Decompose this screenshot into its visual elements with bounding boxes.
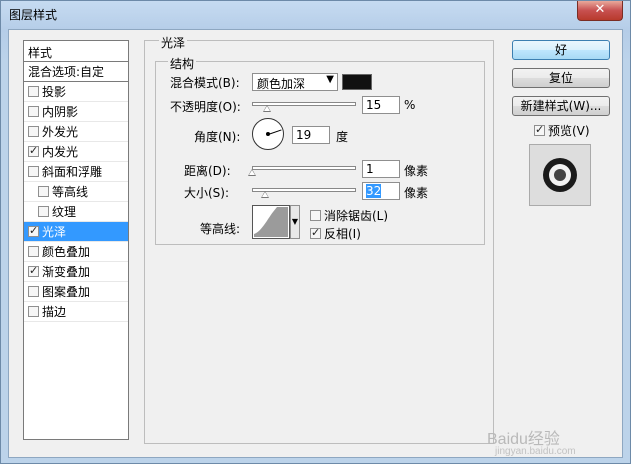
style-list-item[interactable]: 混合选项:自定 <box>24 62 128 82</box>
distance-label: 距离(D): <box>184 164 231 178</box>
opacity-input[interactable]: 15 <box>362 96 400 114</box>
style-list-item[interactable]: 内发光 <box>24 142 128 162</box>
opacity-label: 不透明度(O): <box>170 100 241 114</box>
style-list-item-label: 斜面和浮雕 <box>42 165 103 179</box>
style-list-item-label: 光泽 <box>42 225 67 239</box>
preview-check-icon[interactable] <box>534 123 545 136</box>
style-list-item-label: 渐变叠加 <box>42 265 91 279</box>
anti-alias-checkbox[interactable]: 消除锯齿(L) <box>310 207 388 224</box>
style-checkbox-icon[interactable] <box>28 246 39 257</box>
style-list-item[interactable]: 描边 <box>24 302 128 322</box>
blend-mode-value: 颜色加深 <box>257 77 306 91</box>
style-list-item-label: 图案叠加 <box>42 285 91 299</box>
opacity-unit: % <box>404 98 416 112</box>
contour-label: 等高线: <box>200 222 241 236</box>
style-checkbox-icon[interactable] <box>28 224 39 237</box>
style-list-item-label: 混合选项:自定 <box>28 65 105 79</box>
blend-mode-label: 混合模式(B): <box>170 76 240 90</box>
distance-slider[interactable] <box>248 166 356 178</box>
invert-label: 反相(I) <box>324 227 361 241</box>
invert-check-icon[interactable] <box>310 226 321 239</box>
style-list-item[interactable]: 外发光 <box>24 122 128 142</box>
style-checkbox-icon[interactable] <box>38 186 49 197</box>
style-list-item-label: 颜色叠加 <box>42 245 91 259</box>
style-list-item[interactable]: 图案叠加 <box>24 282 128 302</box>
dialog-client: 样式 混合选项:自定投影内阴影外发光内发光斜面和浮雕等高线纹理光泽颜色叠加渐变叠… <box>8 29 623 458</box>
style-checkbox-icon[interactable] <box>28 126 39 137</box>
satin-group: 光泽 结构 混合模式(B): 颜色加深 ▼ 不透明度(O): 15 % 角度(N… <box>144 34 494 444</box>
chevron-down-icon: ▼ <box>326 74 334 85</box>
style-preview <box>529 144 591 206</box>
distance-slider-thumb[interactable] <box>248 169 256 176</box>
contour-picker[interactable] <box>252 205 290 239</box>
style-list-item[interactable]: 等高线 <box>24 182 128 202</box>
angle-needle <box>268 129 282 135</box>
angle-input[interactable]: 19 <box>292 126 330 144</box>
style-checkbox-icon[interactable] <box>28 306 39 317</box>
watermark-url: jingyan.baidu.com <box>495 446 576 457</box>
size-input[interactable]: 32 <box>362 182 400 200</box>
size-label: 大小(S): <box>184 186 230 200</box>
structure-group-title: 结构 <box>168 55 197 72</box>
new-style-button[interactable]: 新建样式(W)... <box>512 96 610 116</box>
style-list-item-label: 等高线 <box>52 185 89 199</box>
style-list-item[interactable]: 纹理 <box>24 202 128 222</box>
style-list-item-label: 纹理 <box>52 205 77 219</box>
style-list-item[interactable]: 斜面和浮雕 <box>24 162 128 182</box>
close-button[interactable]: ✕ <box>577 1 623 21</box>
size-slider-thumb[interactable] <box>261 191 269 198</box>
opacity-slider-thumb[interactable] <box>263 105 271 112</box>
style-list-item-label: 描边 <box>42 305 67 319</box>
angle-label: 角度(N): <box>194 130 241 144</box>
preview-checkbox[interactable]: 预览(V) <box>534 122 590 139</box>
anti-alias-check-icon[interactable] <box>310 210 321 221</box>
style-checkbox-icon[interactable] <box>38 206 49 217</box>
style-list-item[interactable]: 内阴影 <box>24 102 128 122</box>
preview-label: 预览(V) <box>548 124 590 138</box>
style-checkbox-icon[interactable] <box>28 144 39 157</box>
contour-dropdown-button[interactable]: ▼ <box>290 205 300 239</box>
size-slider[interactable] <box>252 188 356 200</box>
distance-unit: 像素 <box>404 164 429 178</box>
opacity-slider[interactable] <box>252 102 356 114</box>
invert-checkbox[interactable]: 反相(I) <box>310 225 361 242</box>
anti-alias-label: 消除锯齿(L) <box>324 209 389 223</box>
angle-center <box>266 132 270 136</box>
title-bar[interactable]: 图层样式 ✕ <box>1 1 630 27</box>
style-list-item[interactable]: 投影 <box>24 82 128 102</box>
size-unit: 像素 <box>404 186 429 200</box>
style-checkbox-icon[interactable] <box>28 106 39 117</box>
structure-group: 结构 混合模式(B): 颜色加深 ▼ 不透明度(O): 15 % 角度(N): <box>155 55 485 245</box>
satin-group-title: 光泽 <box>159 34 188 51</box>
angle-unit: 度 <box>336 130 349 144</box>
style-list: 样式 混合选项:自定投影内阴影外发光内发光斜面和浮雕等高线纹理光泽颜色叠加渐变叠… <box>23 40 129 440</box>
style-list-item[interactable]: 光泽 <box>24 222 128 242</box>
style-list-item-label: 投影 <box>42 85 67 99</box>
ok-button[interactable]: 好 <box>512 40 610 60</box>
style-list-item[interactable]: 颜色叠加 <box>24 242 128 262</box>
layer-style-dialog: 图层样式 ✕ 样式 混合选项:自定投影内阴影外发光内发光斜面和浮雕等高线纹理光泽… <box>0 0 631 464</box>
preview-core <box>554 169 566 181</box>
preview-swatch-icon <box>543 158 577 192</box>
style-checkbox-icon[interactable] <box>28 264 39 277</box>
style-checkbox-icon[interactable] <box>28 86 39 97</box>
style-list-item[interactable]: 渐变叠加 <box>24 262 128 282</box>
style-list-item-label: 内阴影 <box>42 105 79 119</box>
style-list-item-label: 外发光 <box>42 125 79 139</box>
style-list-item-label: 内发光 <box>42 145 79 159</box>
blend-mode-select[interactable]: 颜色加深 ▼ <box>252 73 338 91</box>
preview-inner-ring <box>549 164 571 186</box>
reset-button[interactable]: 复位 <box>512 68 610 88</box>
style-list-header: 样式 <box>24 41 128 62</box>
contour-curve-icon <box>254 207 288 237</box>
distance-input[interactable]: 1 <box>362 160 400 178</box>
blend-color-swatch[interactable] <box>342 74 372 90</box>
angle-dial[interactable] <box>252 118 284 150</box>
style-checkbox-icon[interactable] <box>28 286 39 297</box>
window-title: 图层样式 <box>9 8 58 22</box>
distance-slider-track <box>252 166 356 170</box>
style-checkbox-icon[interactable] <box>28 166 39 177</box>
